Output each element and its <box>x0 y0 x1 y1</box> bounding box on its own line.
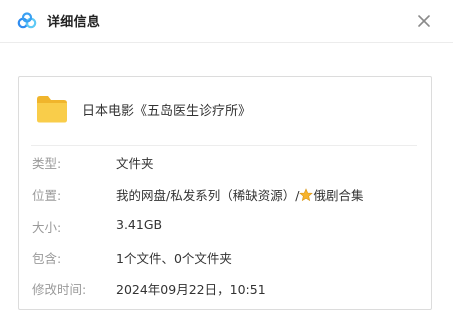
detail-row-size: 大小: 3.41GB <box>19 217 431 237</box>
detail-row-modified: 修改时间: 2024年09月22日，10:51 <box>19 279 431 299</box>
modified-value: 2024年09月22日，10:51 <box>116 282 266 297</box>
contains-label: 包含: <box>32 251 62 266</box>
dialog-title: 详细信息 <box>47 15 101 30</box>
size-value: 3.41GB <box>116 217 163 232</box>
type-value: 文件夹 <box>116 156 154 171</box>
detail-row-type: 类型: 文件夹 <box>19 153 431 173</box>
star-icon <box>299 188 314 202</box>
close-icon[interactable] <box>415 12 433 30</box>
detail-row-location: 位置: 我的网盘/私发系列（稀缺资源）/ 俄剧合集 <box>19 185 431 205</box>
cloud-logo-icon <box>17 12 37 29</box>
location-value: 我的网盘/私发系列（稀缺资源）/ 俄剧合集 <box>116 185 363 204</box>
folder-icon <box>37 96 67 123</box>
details-card: 日本电影《五岛医生诊疗所》 类型: 文件夹 位置: 我的网盘/私发系列（稀缺资源… <box>18 76 432 310</box>
location-path: 我的网盘/私发系列（稀缺资源）/ <box>116 188 300 203</box>
size-label: 大小: <box>32 220 62 235</box>
file-name: 日本电影《五岛医生诊疗所》 <box>82 104 252 119</box>
detail-row-contains: 包含: 1个文件、0个文件夹 <box>19 248 431 268</box>
dialog-header: 详细信息 <box>0 0 453 43</box>
divider <box>31 145 417 146</box>
type-label: 类型: <box>32 156 62 171</box>
modified-label: 修改时间: <box>32 282 87 297</box>
location-label: 位置: <box>32 188 62 203</box>
file-header: 日本电影《五岛医生诊疗所》 <box>19 77 431 145</box>
contains-value: 1个文件、0个文件夹 <box>116 251 232 266</box>
location-folder: 俄剧合集 <box>313 188 364 203</box>
